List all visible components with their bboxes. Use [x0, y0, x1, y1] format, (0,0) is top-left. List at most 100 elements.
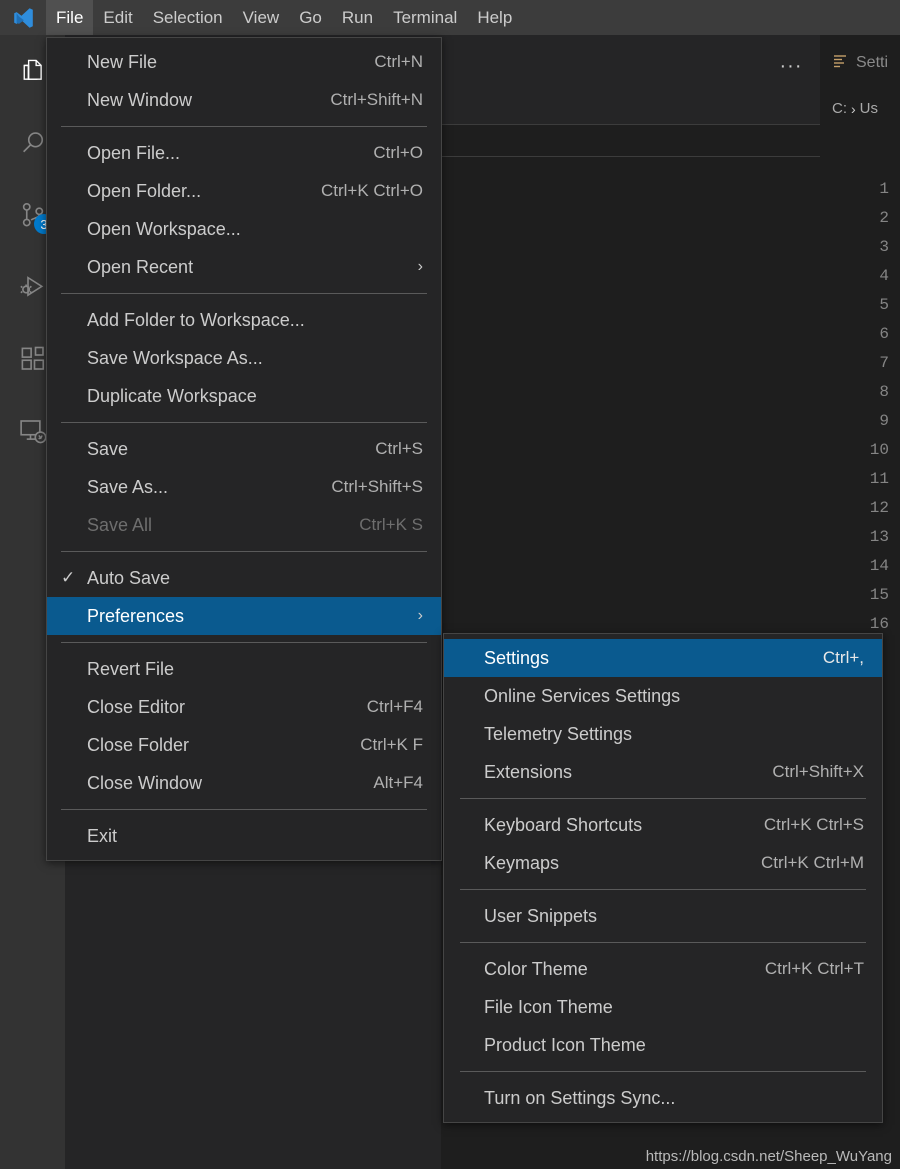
menubar-item-file[interactable]: File — [46, 0, 94, 35]
vscode-logo-icon — [0, 0, 46, 35]
menu-item-label: Keymaps — [484, 852, 560, 873]
menu-item-turn-on-settings-sync[interactable]: Turn on Settings Sync... — [444, 1079, 882, 1117]
preferences-submenu: Settings Ctrl+, Online Services Settings Te… — [443, 633, 883, 1123]
menu-item-keyboard-shortcuts[interactable]: Keyboard Shortcuts Ctrl+K Ctrl+S — [444, 806, 882, 844]
menu-item-duplicate-workspace[interactable]: Duplicate Workspace — [47, 377, 441, 415]
menu-item-label: Open Folder... — [87, 180, 202, 201]
menu-item-label: Save All — [87, 514, 153, 535]
menu-item-save-as[interactable]: Save As... Ctrl+Shift+S — [47, 468, 441, 506]
menu-item-label: Duplicate Workspace — [87, 385, 257, 406]
menu-item-open-recent[interactable]: Open Recent › — [47, 248, 441, 286]
line-number: 9 — [879, 412, 889, 430]
menu-item-shortcut: Ctrl+K S — [359, 515, 423, 534]
line-number: 15 — [869, 586, 889, 604]
menu-item-label: Turn on Settings Sync... — [484, 1087, 676, 1108]
menu-item-shortcut: Ctrl+Shift+S — [331, 477, 423, 496]
menu-item-label: Exit — [87, 825, 118, 846]
menubar-item-view[interactable]: View — [233, 0, 290, 35]
menu-item-label: New Window — [87, 89, 193, 110]
menu-item-settings[interactable]: Settings Ctrl+, — [444, 639, 882, 677]
menu-item-label: Online Services Settings — [484, 685, 681, 706]
chevron-right-icon: › — [417, 258, 423, 275]
menu-item-new-window[interactable]: New Window Ctrl+Shift+N — [47, 81, 441, 119]
menu-separator — [61, 551, 427, 552]
menu-item-online-services-settings[interactable]: Online Services Settings — [444, 677, 882, 715]
line-number: 7 — [879, 354, 889, 372]
menu-item-color-theme[interactable]: Color Theme Ctrl+K Ctrl+T — [444, 950, 882, 988]
menu-item-label: Open Recent — [87, 256, 194, 277]
line-number: 11 — [869, 470, 889, 488]
chevron-right-icon: › — [851, 100, 856, 117]
menu-item-extensions[interactable]: Extensions Ctrl+Shift+X — [444, 753, 882, 791]
menu-separator — [61, 642, 427, 643]
menu-item-shortcut: Ctrl+K F — [360, 735, 423, 754]
menu-item-user-snippets[interactable]: User Snippets — [444, 897, 882, 935]
menu-item-label: Close Window — [87, 772, 203, 793]
menubar-item-help[interactable]: Help — [467, 0, 522, 35]
menu-item-preferences[interactable]: Preferences › — [47, 597, 441, 635]
editor-breadcrumb-row — [441, 125, 820, 157]
menu-item-label: Telemetry Settings — [484, 723, 633, 744]
menu-item-close-folder[interactable]: Close Folder Ctrl+K F — [47, 726, 441, 764]
line-number-gutter: 1 2 3 4 5 6 7 8 9 10 11 12 13 14 15 16 — [820, 175, 900, 639]
menu-separator — [460, 889, 866, 890]
menu-item-label: Color Theme — [484, 958, 588, 979]
menu-item-file-icon-theme[interactable]: File Icon Theme — [444, 988, 882, 1026]
search-icon — [18, 128, 48, 158]
line-number: 14 — [869, 557, 889, 575]
line-number: 1 — [879, 180, 889, 198]
menu-item-shortcut: Ctrl+Shift+N — [330, 90, 423, 109]
line-number: 3 — [879, 238, 889, 256]
menu-item-product-icon-theme[interactable]: Product Icon Theme — [444, 1026, 882, 1064]
menu-item-close-window[interactable]: Close Window Alt+F4 — [47, 764, 441, 802]
menu-item-shortcut: Ctrl+, — [822, 648, 864, 667]
menu-item-telemetry-settings[interactable]: Telemetry Settings — [444, 715, 882, 753]
menu-item-revert-file[interactable]: Revert File — [47, 650, 441, 688]
menu-item-keymaps[interactable]: Keymaps Ctrl+K Ctrl+M — [444, 844, 882, 882]
menu-item-exit[interactable]: Exit — [47, 817, 441, 855]
menubar-item-go[interactable]: Go — [289, 0, 332, 35]
menu-item-new-file[interactable]: New File Ctrl+N — [47, 43, 441, 81]
line-number: 10 — [869, 441, 889, 459]
more-actions-icon[interactable]: ··· — [777, 52, 805, 80]
menu-item-auto-save[interactable]: ✓ Auto Save — [47, 559, 441, 597]
line-number: 13 — [869, 528, 889, 546]
title-bar: File Edit Selection View Go Run Terminal Help — [0, 0, 900, 35]
menu-item-save-all[interactable]: Save All Ctrl+K S — [47, 506, 441, 544]
menu-item-shortcut: Ctrl+K Ctrl+M — [761, 853, 864, 872]
menu-item-label: Close Folder — [87, 734, 190, 755]
menu-item-save[interactable]: Save Ctrl+S — [47, 430, 441, 468]
menu-item-label: Keyboard Shortcuts — [484, 814, 643, 835]
menubar-item-run[interactable]: Run — [332, 0, 383, 35]
breadcrumb[interactable]: C: › Us — [820, 90, 900, 127]
menu-item-add-folder-to-workspace[interactable]: Add Folder to Workspace... — [47, 301, 441, 339]
line-number: 4 — [879, 267, 889, 285]
menu-item-close-editor[interactable]: Close Editor Ctrl+F4 — [47, 688, 441, 726]
tab-settings[interactable]: Setti — [820, 35, 900, 90]
menu-item-label: Product Icon Theme — [484, 1034, 646, 1055]
menu-separator — [61, 809, 427, 810]
menu-item-label: Revert File — [87, 658, 175, 679]
line-number: 12 — [869, 499, 889, 517]
line-number: 8 — [879, 383, 889, 401]
menu-item-label: Save Workspace As... — [87, 347, 263, 368]
line-number: 5 — [879, 296, 889, 314]
menu-item-label: User Snippets — [484, 905, 598, 926]
line-number: 6 — [879, 325, 889, 343]
menu-item-save-workspace-as[interactable]: Save Workspace As... — [47, 339, 441, 377]
menu-item-open-folder[interactable]: Open Folder... Ctrl+K Ctrl+O — [47, 172, 441, 210]
menubar-item-selection[interactable]: Selection — [143, 0, 233, 35]
menubar-item-edit[interactable]: Edit — [93, 0, 142, 35]
menu-item-shortcut: Ctrl+K Ctrl+T — [764, 959, 864, 978]
menubar-item-terminal[interactable]: Terminal — [383, 0, 467, 35]
breadcrumb-item-0[interactable]: C: — [832, 100, 847, 117]
file-menu: New File Ctrl+N New Window Ctrl+Shift+N Open… — [46, 37, 442, 861]
menu-item-open-file[interactable]: Open File... Ctrl+O — [47, 134, 441, 172]
settings-tab-icon — [832, 53, 848, 74]
menu-item-label: Save As... — [87, 476, 169, 497]
menu-item-label: New File — [87, 51, 158, 72]
breadcrumb-item-1[interactable]: Us — [860, 100, 878, 117]
menu-item-shortcut: Ctrl+S — [375, 439, 423, 458]
menu-item-label: Save — [87, 438, 129, 459]
menu-item-open-workspace[interactable]: Open Workspace... — [47, 210, 441, 248]
